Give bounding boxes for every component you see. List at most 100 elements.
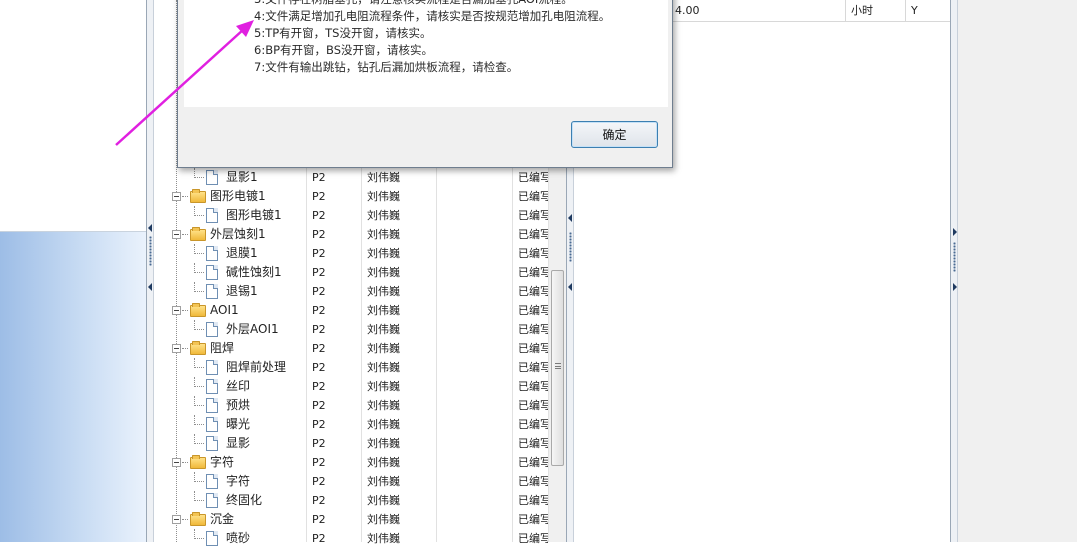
- tree-folder-row[interactable]: 外层蚀刻1 P2 刘伟巍 已编写: [154, 225, 548, 244]
- collapse-toggle-icon[interactable]: [172, 515, 181, 524]
- status-cell: 已编写: [518, 228, 548, 241]
- tree-leaf-row[interactable]: 终固化 P2 刘伟巍 已编写: [154, 491, 548, 510]
- node-label: 丝印: [226, 379, 251, 393]
- tree-connector: [194, 291, 204, 292]
- tree-leaf-row[interactable]: 字符 P2 刘伟巍 已编写: [154, 472, 548, 491]
- author-cell: 刘伟巍: [367, 361, 400, 374]
- node-label: 显影: [226, 436, 251, 450]
- document-icon: [206, 398, 218, 413]
- tree-leaf-row[interactable]: 丝印 P2 刘伟巍 已编写: [154, 377, 548, 396]
- author-cell: 刘伟巍: [367, 418, 400, 431]
- ok-button[interactable]: 确定: [571, 121, 658, 148]
- dialog-message: 5:TP有开窗，TS没开窗，请核实。: [254, 26, 432, 40]
- node-label: 喷砂: [226, 531, 251, 545]
- tree-leaf-row[interactable]: 显影1 P2 刘伟巍 已编写: [154, 168, 548, 187]
- document-icon: [206, 531, 218, 546]
- node-label: 外层蚀刻1: [210, 227, 266, 241]
- expand-right-arrow-icon[interactable]: [953, 228, 957, 236]
- node-label: AOI1: [210, 303, 239, 317]
- node-label: 图形电镀1: [210, 189, 266, 203]
- tree-leaf-row[interactable]: 喷砂 P2 刘伟巍 已编写: [154, 529, 548, 548]
- author-cell: 刘伟巍: [367, 209, 400, 222]
- author-cell: 刘伟巍: [367, 171, 400, 184]
- document-icon: [206, 170, 218, 185]
- collapse-left-arrow-icon[interactable]: [148, 224, 152, 232]
- splitter-grip-icon: [953, 242, 956, 272]
- author-cell: 刘伟巍: [367, 190, 400, 203]
- tree-folder-row[interactable]: 图形电镀1 P2 刘伟巍 已编写: [154, 187, 548, 206]
- node-label: 字符: [210, 455, 235, 469]
- tree-leaf-row[interactable]: 预烘 P2 刘伟巍 已编写: [154, 396, 548, 415]
- tree-leaf-row[interactable]: 显影 P2 刘伟巍 已编写: [154, 434, 548, 453]
- tree-folder-row[interactable]: 沉金 P2 刘伟巍 已编写: [154, 510, 548, 529]
- node-label: 图形电镀1: [226, 208, 282, 222]
- status-cell: 已编写: [518, 323, 548, 336]
- tree-leaf-row[interactable]: 外层AOI1 P2 刘伟巍 已编写: [154, 320, 548, 339]
- collapse-left-arrow-icon[interactable]: [148, 283, 152, 291]
- splitter-grip-icon: [569, 232, 572, 262]
- node-label: 预烘: [226, 398, 251, 412]
- folder-icon: [190, 341, 206, 355]
- dialog-message-area: 3:文件存在树脂塞孔，请注意核实流程是否漏加塞孔AOI流程。 4:文件满足增加孔…: [184, 0, 668, 107]
- collapse-toggle-icon[interactable]: [172, 230, 181, 239]
- version-cell: P2: [312, 247, 326, 260]
- tree-leaf-row[interactable]: 图形电镀1 P2 刘伟巍 已编写: [154, 206, 548, 225]
- tree-folder-row[interactable]: AOI1 P2 刘伟巍 已编写: [154, 301, 548, 320]
- tree-folder-row[interactable]: 字符 P2 刘伟巍 已编写: [154, 453, 548, 472]
- status-cell: 已编写: [518, 304, 548, 317]
- author-cell: 刘伟巍: [367, 285, 400, 298]
- status-cell: 已编写: [518, 342, 548, 355]
- message-dialog: 3:文件存在树脂塞孔，请注意核实流程是否漏加塞孔AOI流程。 4:文件满足增加孔…: [177, 0, 673, 168]
- collapse-toggle-icon[interactable]: [172, 458, 181, 467]
- left-splitter[interactable]: [146, 0, 154, 542]
- version-cell: P2: [312, 266, 326, 279]
- document-icon: [206, 322, 218, 337]
- version-cell: P2: [312, 342, 326, 355]
- column-divider: [845, 0, 846, 22]
- status-cell: 已编写: [518, 532, 548, 545]
- tree-connector: [194, 443, 204, 444]
- tree-connector: [194, 481, 204, 482]
- tree-leaf-row[interactable]: 退膜1 P2 刘伟巍 已编写: [154, 244, 548, 263]
- dialog-message: 4:文件满足增加孔电阻流程条件，请核实是否按规范增加孔电阻流程。: [254, 9, 611, 23]
- node-label: 显影1: [226, 170, 258, 184]
- collapse-toggle-icon[interactable]: [172, 306, 181, 315]
- scrollbar-thumb[interactable]: [551, 270, 564, 466]
- collapse-toggle-icon[interactable]: [172, 344, 181, 353]
- author-cell: 刘伟巍: [367, 437, 400, 450]
- status-cell: 已编写: [518, 209, 548, 222]
- tree-leaf-row[interactable]: 碱性蚀刻1 P2 刘伟巍 已编写: [154, 263, 548, 282]
- dialog-message: 6:BP有开窗，BS没开窗，请核实。: [254, 43, 434, 57]
- author-cell: 刘伟巍: [367, 513, 400, 526]
- expand-right-arrow-icon[interactable]: [953, 283, 957, 291]
- dialog-message: 3:文件存在树脂塞孔，请注意核实流程是否漏加塞孔AOI流程。: [254, 0, 610, 8]
- status-cell: 已编写: [518, 475, 548, 488]
- author-cell: 刘伟巍: [367, 532, 400, 545]
- author-cell: 刘伟巍: [367, 475, 400, 488]
- left-panel-background: [0, 232, 146, 542]
- author-cell: 刘伟巍: [367, 380, 400, 393]
- tree-connector: [194, 329, 204, 330]
- author-cell: 刘伟巍: [367, 494, 400, 507]
- version-cell: P2: [312, 209, 326, 222]
- left-panel: [0, 0, 146, 232]
- version-cell: P2: [312, 285, 326, 298]
- tree-connector: [194, 405, 204, 406]
- tree-connector: [182, 348, 188, 349]
- tree-connector: [194, 424, 204, 425]
- collapse-left-arrow-icon[interactable]: [568, 283, 572, 291]
- document-icon: [206, 208, 218, 223]
- node-label: 字符: [226, 474, 251, 488]
- tree-leaf-row[interactable]: 阻焊前处理 P2 刘伟巍 已编写: [154, 358, 548, 377]
- collapse-toggle-icon[interactable]: [172, 192, 181, 201]
- right-splitter[interactable]: [950, 0, 958, 542]
- collapse-left-arrow-icon[interactable]: [568, 214, 572, 222]
- tree-folder-row[interactable]: 阻焊 P2 刘伟巍 已编写: [154, 339, 548, 358]
- status-cell: 已编写: [518, 456, 548, 469]
- author-cell: 刘伟巍: [367, 266, 400, 279]
- author-cell: 刘伟巍: [367, 399, 400, 412]
- folder-icon: [190, 512, 206, 526]
- tree-leaf-row[interactable]: 曝光 P2 刘伟巍 已编写: [154, 415, 548, 434]
- hours-value: 4.00: [675, 4, 700, 17]
- tree-leaf-row[interactable]: 退锡1 P2 刘伟巍 已编写: [154, 282, 548, 301]
